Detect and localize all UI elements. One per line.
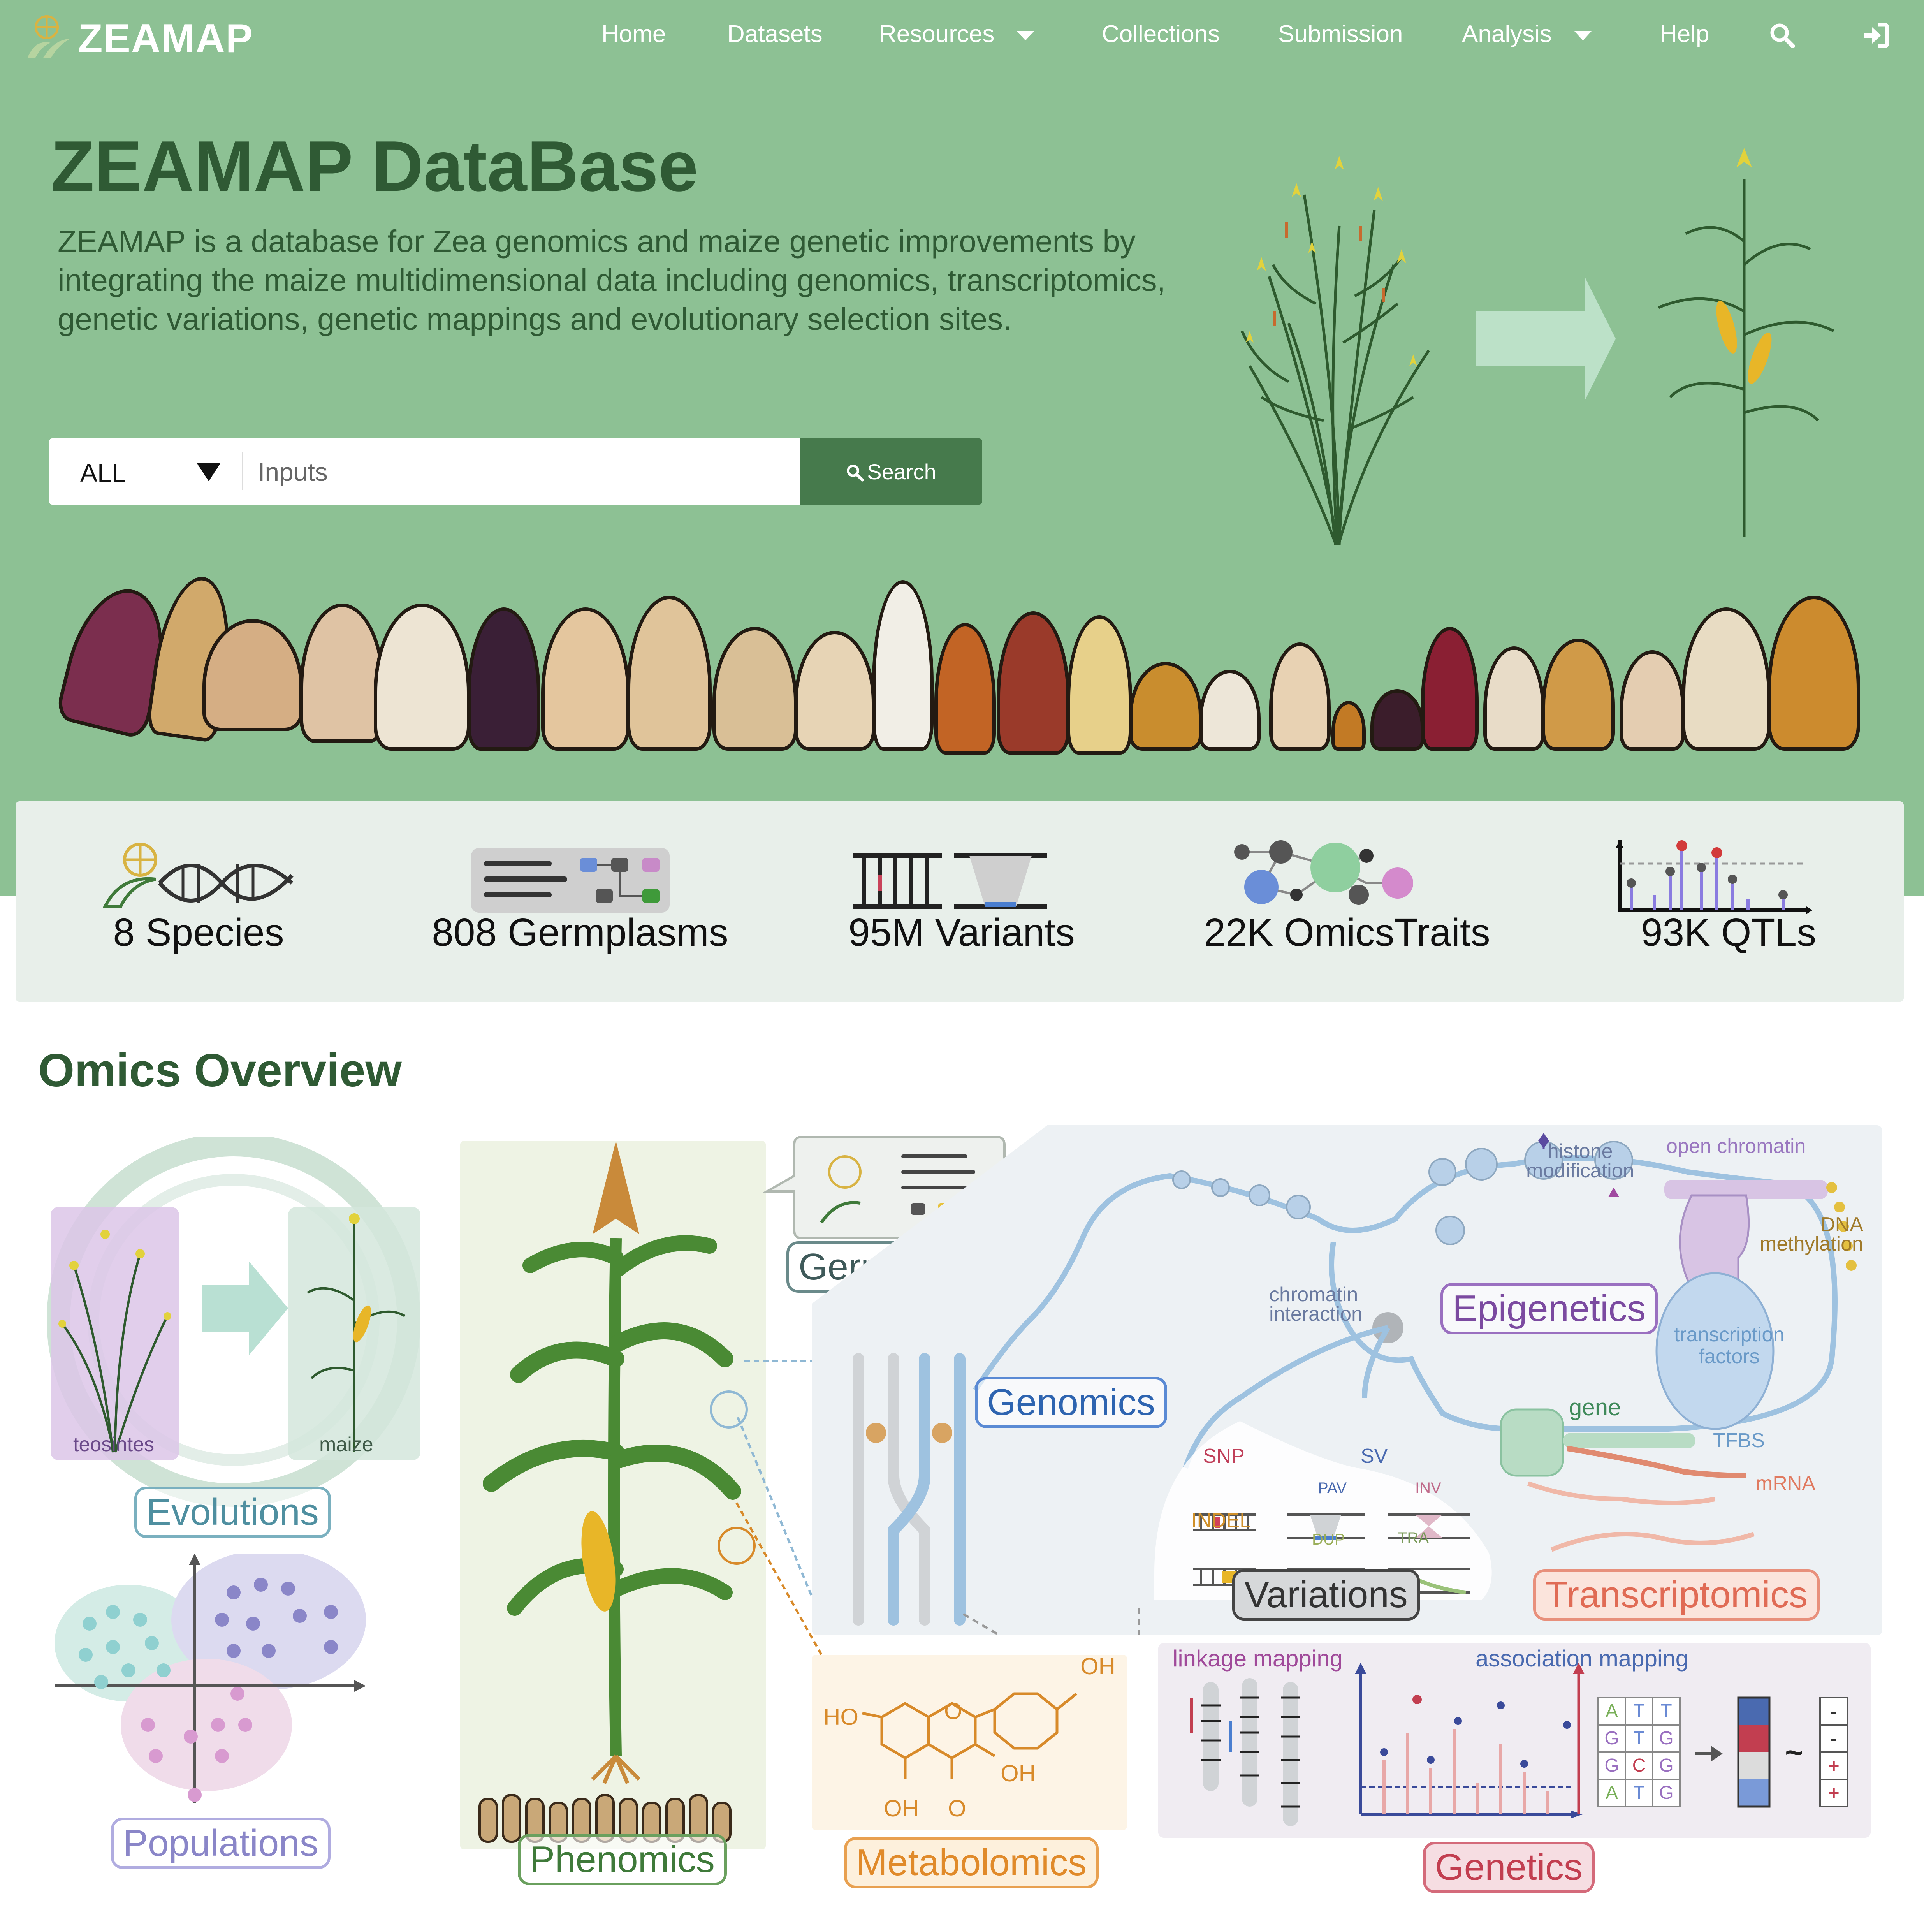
kernel-image [712,627,797,751]
stats-panel: 8 Species 808 Germplasms 95M Variants 22… [16,801,1904,1002]
kernel-image [1129,662,1202,751]
qtl-chart-icon [1616,840,1812,914]
kernel-image [1767,596,1860,751]
stat-omicstraits-label: 22K OmicsTraits [1204,911,1490,954]
kernel-image [467,607,540,751]
kernel-image [300,604,385,743]
kernel-image [872,580,934,751]
stat-germplasms[interactable]: 808 Germplasms [405,801,755,1002]
stat-species[interactable]: 8 Species [23,801,374,1002]
variants-icon [853,853,1047,909]
kernel-image [1620,650,1685,751]
stat-qtls-label: 93K QTLs [1641,911,1817,954]
kernel-image [1483,646,1545,751]
stat-qtls[interactable]: 93K QTLs [1553,801,1904,1002]
maize-kernels-row [0,0,1924,779]
dna-plant-icon [102,843,294,908]
stat-variants-label: 95M Variants [848,911,1075,954]
kernel-image [374,604,470,751]
stat-species-label: 8 Species [113,911,284,954]
stat-omicstraits[interactable]: 22K OmicsTraits [1172,801,1522,1002]
kernel-image [1331,701,1366,751]
germplasm-icon [471,848,670,913]
omics-overview-figure: teosintes maize Evolutions Populations P… [0,1110,1924,1932]
kernel-image [1542,639,1615,751]
kernel-image [997,611,1070,755]
kernel-image [1199,670,1261,751]
stat-variants[interactable]: 95M Variants [786,801,1137,1002]
network-icon [1234,840,1413,905]
dashed-connectors [735,1360,823,1656]
kernel-image [794,631,875,751]
kernel-image [1067,615,1132,755]
stat-germplasms-label: 808 Germplasms [432,911,728,954]
kernel-image [627,596,712,751]
kernel-image [1421,627,1479,751]
kernel-image [541,607,630,751]
kernel-image [1370,689,1424,751]
section-title: Omics Overview [38,1044,402,1096]
kernel-image [934,623,996,755]
kernel-image [1682,607,1771,751]
kernel-image [1269,642,1331,751]
